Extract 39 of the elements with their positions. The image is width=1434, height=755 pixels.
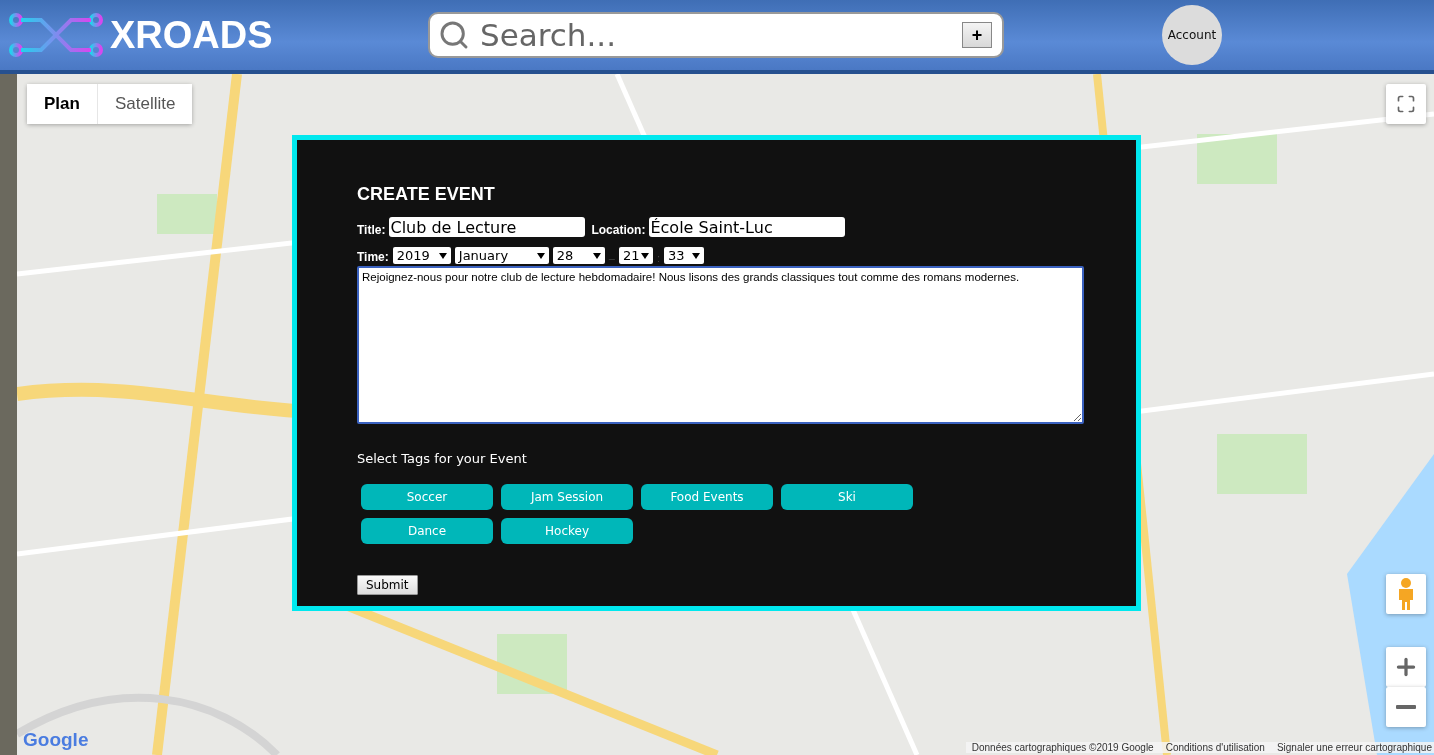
map-type-tab[interactable]: Satellite <box>96 84 193 124</box>
zoom-in-button[interactable] <box>1386 647 1426 687</box>
search-icon <box>438 19 470 51</box>
brand-name: XROADS <box>110 13 273 57</box>
time-separator: – <box>608 252 615 264</box>
field-label: Time: <box>357 250 389 264</box>
map-logo: Google <box>23 729 89 751</box>
add-button[interactable]: + <box>962 22 992 48</box>
circuit-logo-icon <box>8 12 104 58</box>
time-select[interactable]: 2019 <box>392 247 451 264</box>
person-icon <box>1396 578 1416 610</box>
time-separator: : <box>656 252 660 264</box>
caret-icon <box>640 252 649 259</box>
time-select[interactable]: January <box>454 247 549 264</box>
time-select[interactable]: 33 <box>664 247 704 264</box>
caret-icon <box>536 252 545 259</box>
description-field[interactable]: Rejoignez-nous pour notre club de lecture hebdomadaire! Nous lisons des grands classiques tout comme des romans modernes. <box>357 266 1084 424</box>
account-button[interactable]: Account <box>1162 5 1222 65</box>
fullscreen-icon <box>1396 94 1416 114</box>
tags-label: Select Tags for your Event <box>357 451 528 466</box>
map-type-tab[interactable]: Plan <box>27 84 97 124</box>
attribution-link[interactable]: Signaler une erreur cartographique <box>1276 742 1432 753</box>
title-field[interactable]: Club de Lecture <box>389 217 586 237</box>
search-field[interactable]: Search... + <box>428 12 1004 58</box>
time-select[interactable]: 21 <box>618 247 653 264</box>
dialog-title: CREATE EVENT <box>357 184 496 205</box>
location-field[interactable]: École Saint-Luc <box>649 217 846 237</box>
attribution-link[interactable]: Conditions d'utilisation <box>1165 742 1265 753</box>
submit-button[interactable]: Submit <box>357 575 418 595</box>
caret-icon <box>438 252 447 259</box>
attribution-link[interactable]: Données cartographiques ©2019 Google <box>971 742 1154 753</box>
fullscreen-button[interactable] <box>1386 84 1426 124</box>
field-label: Title: <box>357 223 386 237</box>
caret-icon <box>692 252 700 259</box>
minus-icon <box>1396 705 1416 709</box>
time-select[interactable]: 28 <box>552 247 605 264</box>
zoom-out-button[interactable] <box>1386 687 1426 727</box>
field-label: Location: <box>591 223 646 237</box>
caret-icon <box>592 252 601 259</box>
